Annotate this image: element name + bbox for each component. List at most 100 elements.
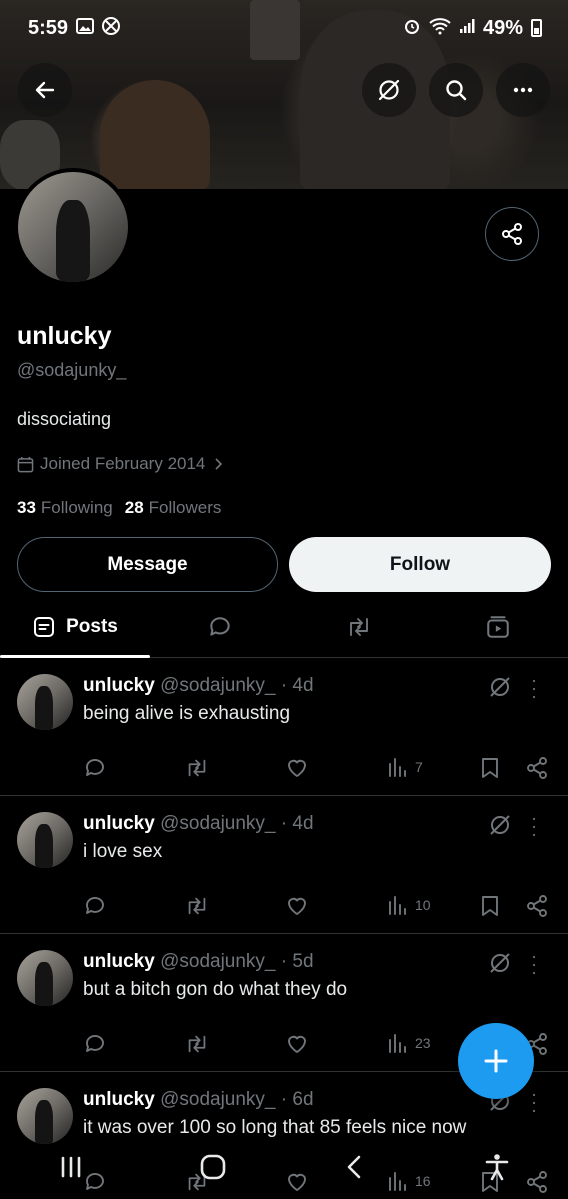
grok-icon[interactable]	[487, 812, 513, 843]
media-icon	[487, 615, 510, 638]
post-text: but a bitch gon do what they do	[83, 979, 348, 1000]
post-author-name[interactable]: unlucky	[83, 813, 155, 834]
post-actions: 7	[83, 756, 553, 784]
tab-media[interactable]	[429, 596, 568, 657]
share-button[interactable]	[525, 756, 549, 780]
alarm-icon	[403, 17, 421, 40]
follow-button[interactable]: Follow	[289, 537, 551, 592]
accessibility-button[interactable]	[482, 1152, 512, 1187]
views-icon	[389, 758, 406, 777]
reply-icon	[86, 759, 104, 776]
grok-icon[interactable]	[487, 950, 513, 981]
repost-button[interactable]	[184, 894, 210, 918]
reply-button[interactable]	[83, 1032, 107, 1056]
like-button[interactable]	[285, 756, 309, 780]
post-avatar[interactable]	[17, 950, 73, 1006]
home-button[interactable]	[198, 1152, 228, 1187]
system-navigation-bar	[0, 1140, 568, 1199]
views-icon	[389, 1034, 406, 1053]
plus-icon	[484, 1049, 508, 1073]
post-more-icon[interactable]: · · ·	[531, 1085, 537, 1119]
tab-replies[interactable]	[150, 596, 289, 657]
post-time: · 4d	[280, 813, 314, 834]
bookmark-button[interactable]	[479, 894, 501, 918]
reply-icon	[209, 616, 230, 636]
bookmark-icon	[482, 758, 498, 778]
tab-posts[interactable]: Posts	[0, 596, 150, 658]
gallery-icon	[76, 17, 95, 39]
search-button[interactable]	[429, 63, 483, 117]
share-icon	[502, 223, 522, 245]
share-profile-button[interactable]	[485, 207, 539, 261]
post-item[interactable]: unlucky @sodajunky_ · 4d being alive is …	[0, 658, 568, 796]
grok-icon[interactable]	[487, 674, 513, 705]
followers-link[interactable]: 28 Followers	[125, 498, 222, 518]
accessibility-icon	[485, 1154, 509, 1181]
search-icon	[446, 80, 467, 101]
profile-avatar-image	[18, 172, 128, 282]
post-avatar[interactable]	[17, 1088, 73, 1144]
post-author-handle: @sodajunky_	[160, 813, 276, 834]
repost-icon	[188, 897, 206, 915]
compose-post-button[interactable]	[458, 1023, 534, 1099]
post-time: · 5d	[280, 951, 314, 972]
post-text: it was over 100 so long that 85 feels ni…	[83, 1117, 467, 1138]
views-button[interactable]: 23	[387, 1032, 431, 1054]
reply-button[interactable]	[83, 894, 107, 918]
following-label: Following	[40, 498, 113, 517]
grok-button[interactable]	[362, 63, 416, 117]
followers-label: Followers	[148, 498, 222, 517]
following-link[interactable]: 33 Following	[17, 498, 113, 518]
profile-avatar[interactable]	[14, 168, 132, 286]
message-button[interactable]: Message	[17, 537, 278, 592]
post-time: · 4d	[280, 675, 314, 696]
post-avatar[interactable]	[17, 812, 73, 868]
recent-apps-button[interactable]	[56, 1152, 86, 1187]
profile-handle: @sodajunky_	[17, 360, 127, 380]
bookmark-button[interactable]	[479, 756, 501, 780]
more-options-button[interactable]	[496, 63, 550, 117]
post-time: · 6d	[280, 1089, 314, 1110]
repost-button[interactable]	[184, 1032, 210, 1056]
banner-person	[100, 80, 210, 189]
back-button[interactable]	[18, 63, 72, 117]
views-button[interactable]: 7	[387, 756, 423, 778]
views-button[interactable]: 10	[387, 894, 431, 916]
post-more-icon[interactable]: · · ·	[531, 809, 537, 843]
post-avatar[interactable]	[17, 674, 73, 730]
repost-button[interactable]	[184, 756, 210, 780]
home-icon	[200, 1154, 226, 1180]
repost-icon	[188, 1035, 206, 1053]
post-author-name[interactable]: unlucky	[83, 951, 155, 972]
reply-button[interactable]	[83, 756, 107, 780]
joined-date[interactable]: Joined February 2014	[17, 454, 225, 474]
wifi-icon	[429, 17, 451, 40]
post-author-name[interactable]: unlucky	[83, 1089, 155, 1110]
post-author-name[interactable]: unlucky	[83, 675, 155, 696]
like-button[interactable]	[285, 1032, 309, 1056]
post-meta: unlucky @sodajunky_ · 5d	[83, 951, 314, 973]
profile-bio: dissociating	[17, 409, 112, 429]
post-more-icon[interactable]: · · ·	[531, 671, 537, 705]
recent-apps-icon	[61, 1156, 81, 1178]
post-meta: unlucky @sodajunky_ · 4d	[83, 675, 314, 697]
like-button[interactable]	[285, 894, 309, 918]
reply-icon	[86, 1035, 104, 1052]
following-count: 33	[17, 498, 36, 517]
views-count: 23	[415, 1035, 431, 1051]
tab-posts-label: Posts	[66, 615, 118, 637]
repost-icon	[350, 617, 368, 636]
share-button[interactable]	[525, 894, 549, 918]
heart-icon	[288, 1035, 306, 1053]
profile-tabs: Posts	[0, 596, 568, 658]
heart-icon	[288, 897, 306, 915]
post-meta: unlucky @sodajunky_ · 4d	[83, 813, 314, 835]
post-text: i love sex	[83, 841, 163, 862]
views-count: 7	[415, 759, 423, 775]
tab-reposts[interactable]	[289, 596, 428, 657]
system-back-button[interactable]	[340, 1152, 370, 1187]
post-more-icon[interactable]: · · ·	[531, 947, 537, 981]
chevron-left-icon	[347, 1155, 361, 1179]
joined-label: Joined February 2014	[40, 454, 206, 473]
post-item[interactable]: unlucky @sodajunky_ · 4d i love sex · · · …	[0, 796, 568, 934]
